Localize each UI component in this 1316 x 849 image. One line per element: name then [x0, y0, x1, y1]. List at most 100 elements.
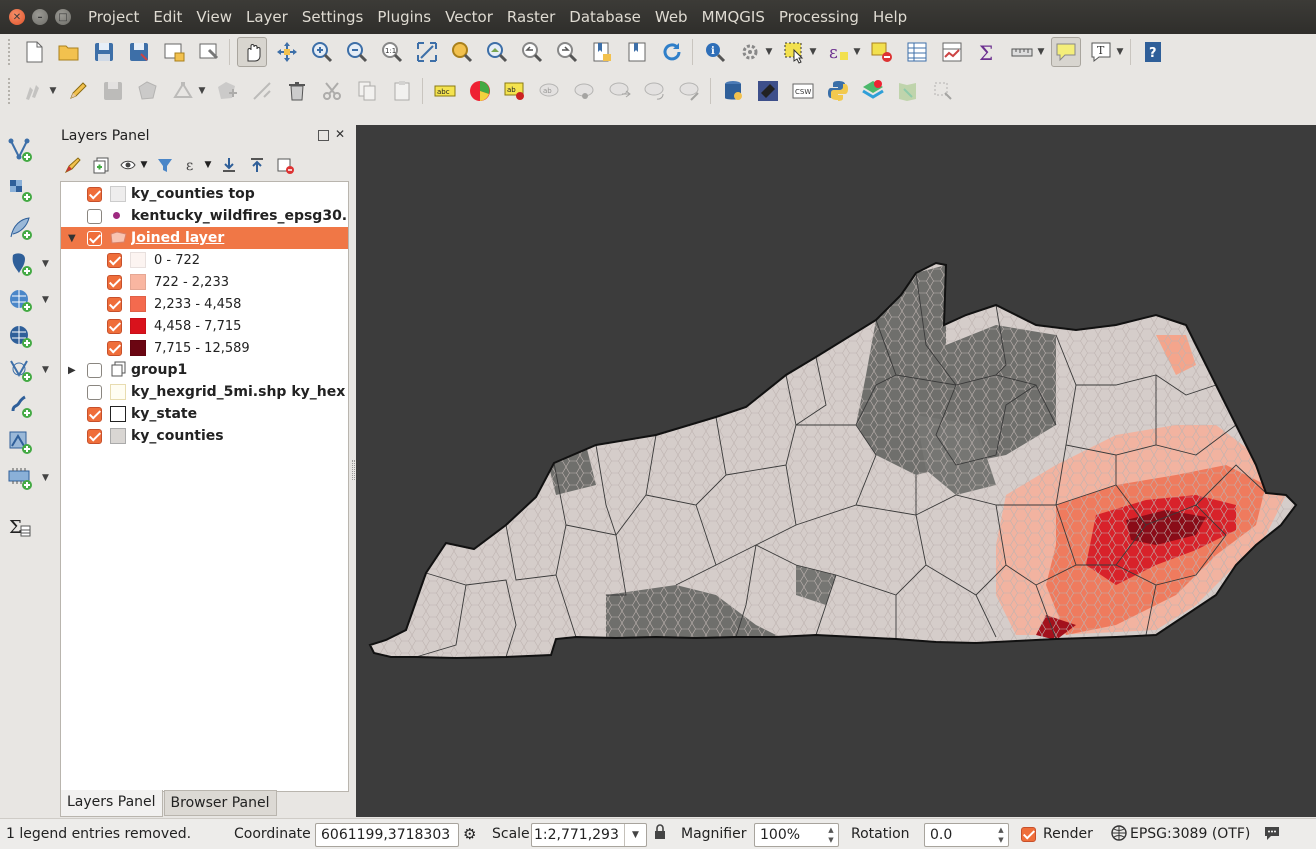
- menu-plugins[interactable]: Plugins: [370, 0, 438, 34]
- legend-entry[interactable]: 0 - 722: [61, 249, 348, 271]
- rotate-label-icon[interactable]: [640, 76, 670, 106]
- spinbox-arrows-icon[interactable]: ▲ ▼: [825, 825, 837, 845]
- add-raster-layer-icon[interactable]: [5, 175, 35, 205]
- layer-visibility-checkbox[interactable]: [87, 208, 102, 224]
- panel-close-button[interactable]: ✕: [333, 127, 347, 141]
- chevron-down-icon[interactable]: ▼: [203, 153, 213, 177]
- chevron-down-icon[interactable]: ▼: [624, 824, 646, 846]
- menu-view[interactable]: View: [189, 0, 239, 34]
- cut-features-icon[interactable]: [317, 76, 347, 106]
- magnifier-field[interactable]: 100% ▲ ▼: [754, 823, 839, 847]
- layer-row-ky-counties[interactable]: ky_counties: [61, 425, 348, 447]
- chevron-down-icon[interactable]: ▼: [1115, 37, 1125, 67]
- layer-row-group1[interactable]: ▶ group1: [61, 359, 348, 381]
- select-features-icon[interactable]: [779, 37, 809, 67]
- layer-row-joined-layer[interactable]: ▼ Joined layer: [61, 227, 348, 249]
- menu-settings[interactable]: Settings: [295, 0, 371, 34]
- move-feature-icon[interactable]: [212, 76, 242, 106]
- add-delimited-text-icon[interactable]: [5, 213, 35, 243]
- layer-visibility-checkbox[interactable]: [87, 428, 102, 444]
- legend-checkbox[interactable]: [107, 340, 122, 356]
- identify-features-icon[interactable]: i: [700, 37, 730, 67]
- filter-expression-icon[interactable]: ε: [181, 153, 205, 177]
- map-tips-icon[interactable]: [1050, 37, 1081, 67]
- chevron-down-icon[interactable]: ▼: [48, 76, 58, 106]
- layer-visibility-checkbox[interactable]: [87, 362, 102, 378]
- change-label-icon[interactable]: [675, 76, 705, 106]
- capture-coordinate-icon[interactable]: [928, 76, 958, 106]
- layer-row-ky-counties-top[interactable]: ky_counties top: [61, 183, 348, 205]
- refresh-icon[interactable]: [657, 37, 687, 67]
- open-project-icon[interactable]: [54, 37, 84, 67]
- save-project-icon[interactable]: [89, 37, 119, 67]
- legend-entry[interactable]: 2,233 - 4,458: [61, 293, 348, 315]
- toggle-editing-icon[interactable]: [63, 76, 93, 106]
- window-minimize-button[interactable]: –: [32, 9, 48, 25]
- layer-row-kentucky-wildfires[interactable]: kentucky_wildfires_epsg30...: [61, 205, 348, 227]
- chevron-down-icon[interactable]: ▼: [42, 365, 49, 375]
- legend-entry[interactable]: 722 - 2,233: [61, 271, 348, 293]
- move-label-icon[interactable]: [605, 76, 635, 106]
- chevron-down-icon[interactable]: ▼: [1036, 37, 1046, 67]
- show-bookmarks-icon[interactable]: [622, 37, 652, 67]
- toolbar-grip[interactable]: [8, 39, 12, 65]
- map-canvas[interactable]: [356, 125, 1316, 817]
- panel-splitter-handle[interactable]: [352, 460, 355, 480]
- add-postgis-layer-icon[interactable]: [5, 249, 35, 279]
- chevron-down-icon[interactable]: ▼: [852, 37, 862, 67]
- vertex-tool-icon[interactable]: [168, 76, 198, 106]
- crs-label[interactable]: EPSG:3089 (OTF): [1130, 826, 1250, 842]
- panel-float-button[interactable]: [318, 130, 329, 141]
- legend-checkbox[interactable]: [107, 318, 122, 334]
- field-calculator-icon[interactable]: [937, 37, 967, 67]
- toggle-extents-icon[interactable]: ⚙: [463, 825, 476, 843]
- layer-visibility-checkbox[interactable]: [87, 384, 102, 400]
- run-feature-action-icon[interactable]: [735, 37, 765, 67]
- metasearch-icon[interactable]: [753, 76, 783, 106]
- menu-project[interactable]: Project: [81, 0, 146, 34]
- expand-arrow-icon[interactable]: ▶: [68, 365, 78, 376]
- layer-visibility-checkbox[interactable]: [87, 230, 102, 246]
- show-hide-labels-icon[interactable]: [570, 76, 600, 106]
- zoom-out-icon[interactable]: [342, 37, 372, 67]
- layer-labeling-icon[interactable]: abc: [430, 76, 460, 106]
- georeferencer-icon[interactable]: [893, 76, 923, 106]
- chevron-down-icon[interactable]: ▼: [139, 153, 149, 177]
- menu-layer[interactable]: Layer: [239, 0, 295, 34]
- add-spatialite-layer-icon[interactable]: [5, 427, 35, 457]
- zoom-next-icon[interactable]: [552, 37, 582, 67]
- attribute-table-icon[interactable]: [902, 37, 932, 67]
- deselect-features-icon[interactable]: [867, 37, 897, 67]
- collapse-all-icon[interactable]: [245, 153, 269, 177]
- measure-line-icon[interactable]: [1007, 37, 1037, 67]
- add-vector-layer-icon[interactable]: [5, 135, 35, 165]
- layer-visibility-checkbox[interactable]: [87, 406, 102, 422]
- csw-icon[interactable]: CSW: [788, 76, 818, 106]
- statistical-summary-icon[interactable]: Σ: [972, 37, 1002, 67]
- remove-layer-icon[interactable]: [273, 153, 297, 177]
- select-by-expression-icon[interactable]: ε: [823, 37, 853, 67]
- new-project-icon[interactable]: [19, 37, 49, 67]
- menu-mmqgis[interactable]: MMQGIS: [695, 0, 772, 34]
- menu-raster[interactable]: Raster: [500, 0, 562, 34]
- chevron-down-icon[interactable]: ▼: [42, 473, 49, 483]
- legend-checkbox[interactable]: [107, 252, 122, 268]
- collapse-arrow-icon[interactable]: ▼: [68, 233, 78, 244]
- save-edits-icon[interactable]: [98, 76, 128, 106]
- expand-all-icon[interactable]: [217, 153, 241, 177]
- menu-help[interactable]: Help: [866, 0, 914, 34]
- legend-checkbox[interactable]: [107, 274, 122, 290]
- layer-visibility-checkbox[interactable]: [87, 186, 102, 202]
- chevron-down-icon[interactable]: ▼: [42, 295, 49, 305]
- chevron-down-icon[interactable]: ▼: [764, 37, 774, 67]
- toolbar-grip[interactable]: [8, 78, 12, 104]
- zoom-in-icon[interactable]: [307, 37, 337, 67]
- manage-visibility-icon[interactable]: [117, 153, 141, 177]
- menu-database[interactable]: Database: [562, 0, 648, 34]
- menu-processing[interactable]: Processing: [772, 0, 866, 34]
- new-print-layout-icon[interactable]: [159, 37, 189, 67]
- current-edits-icon[interactable]: [19, 76, 49, 106]
- layout-manager-icon[interactable]: [194, 37, 224, 67]
- pan-map-icon[interactable]: [236, 37, 267, 67]
- layer-row-ky-hexgrid[interactable]: ky_hexgrid_5mi.shp ky_hex...: [61, 381, 348, 403]
